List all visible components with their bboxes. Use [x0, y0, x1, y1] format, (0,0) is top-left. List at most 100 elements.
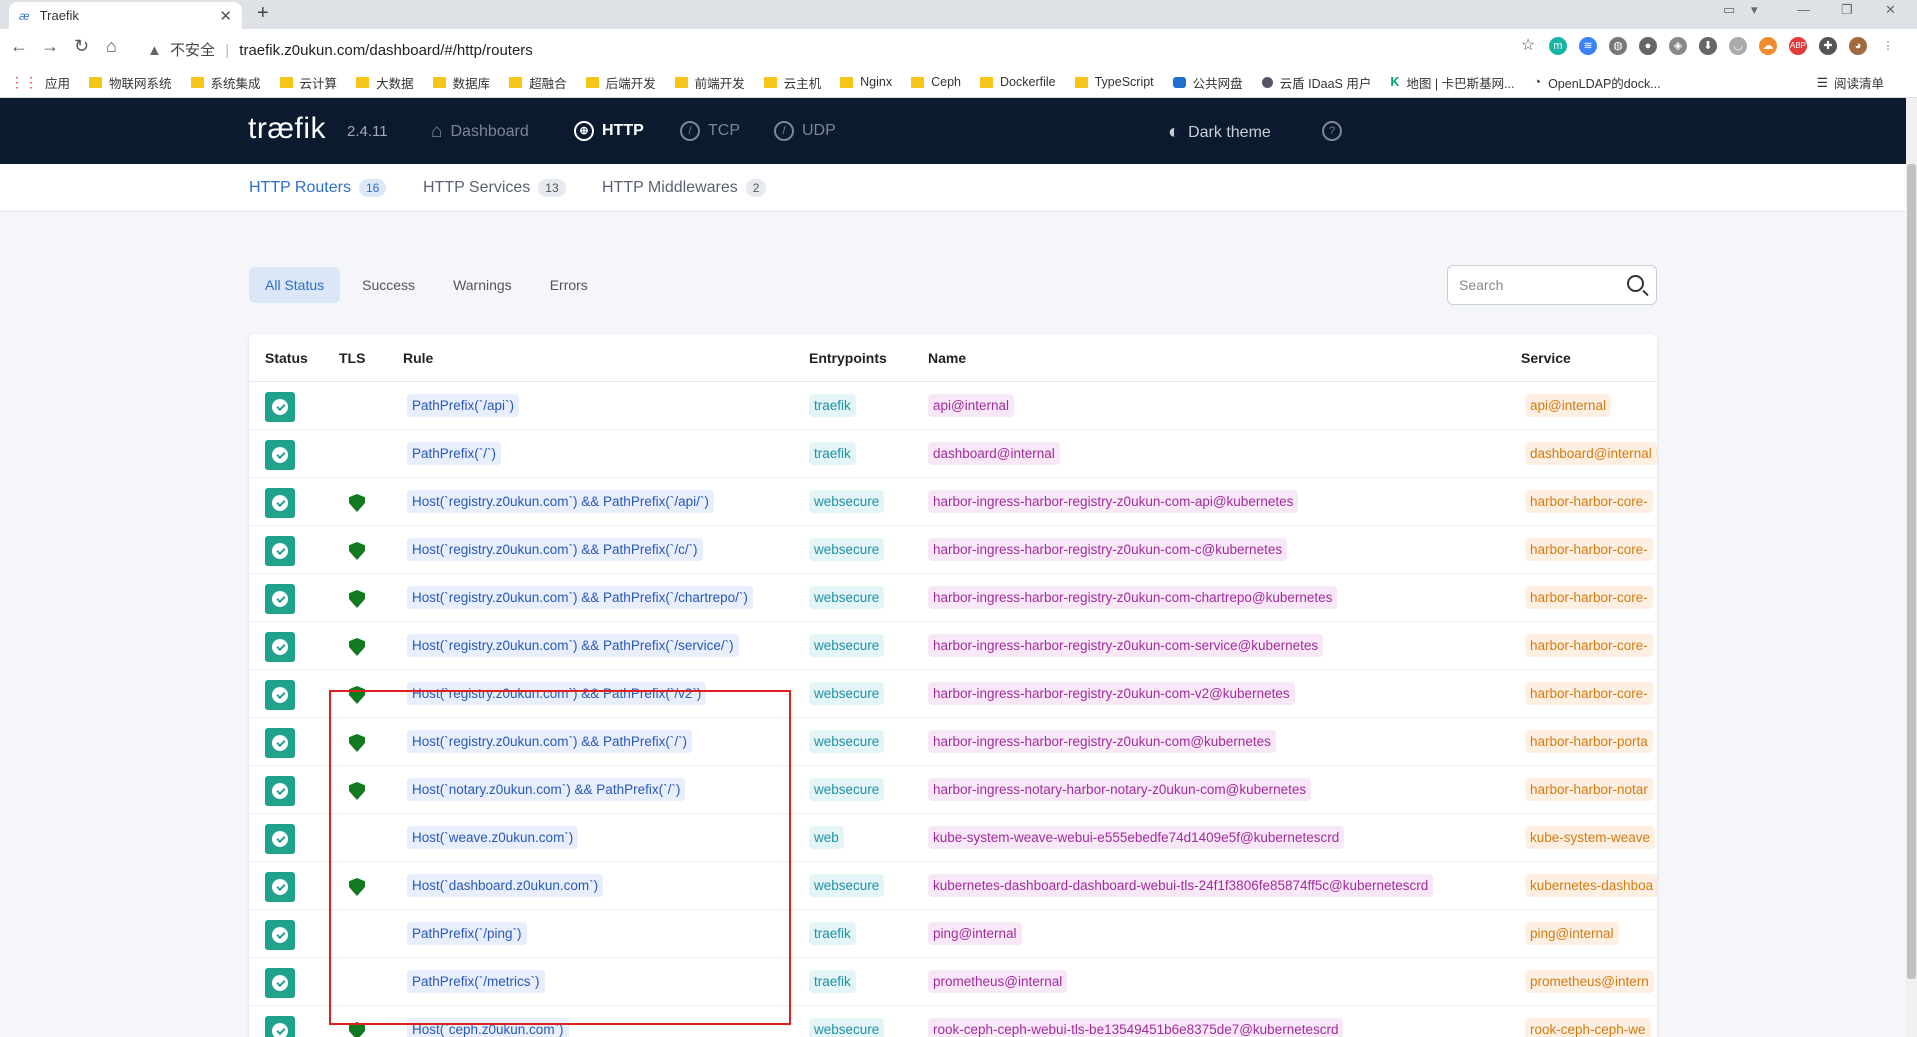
cloud-extension-icon[interactable]: ☁	[1759, 37, 1777, 55]
reload-icon[interactable]: ↻	[74, 36, 89, 57]
avatar[interactable]: ◕	[1849, 37, 1867, 55]
table-row[interactable]: PathPrefix(`/ping`) traefik ping@internal p…	[249, 910, 1657, 958]
nav-http[interactable]: ⊕ HTTP	[574, 121, 644, 141]
close-tab-icon[interactable]: ✕	[219, 7, 232, 25]
forward-icon[interactable]: →	[41, 36, 59, 57]
extension-icon[interactable]: ≋	[1579, 37, 1597, 55]
entrypoint-chip: websecure	[809, 538, 885, 561]
traefik-logo[interactable]: træfik	[248, 112, 326, 146]
bookmark-link[interactable]: 公共网盘	[1172, 73, 1243, 92]
routers-table: Status TLS Rule Entrypoints Name Service…	[249, 334, 1657, 1037]
dark-theme-toggle[interactable]: ◐ Dark theme	[1168, 121, 1271, 144]
bookmark-folder[interactable]: 大数据	[356, 73, 414, 92]
col-status[interactable]: Status	[265, 350, 308, 366]
router-name-chip: rook-ceph-ceph-webui-tls-be13549451b6e83…	[928, 1018, 1344, 1037]
badge-extension-icon[interactable]: ◡	[1729, 37, 1747, 55]
browser-tab[interactable]: æ Traefik ✕	[9, 2, 242, 29]
help-button[interactable]: ?	[1322, 121, 1342, 141]
entrypoint-chip: websecure	[809, 586, 885, 609]
bookmark-folder[interactable]: 超融合	[509, 73, 567, 92]
tab-http-services[interactable]: HTTP Services 13	[423, 179, 566, 197]
table-row[interactable]: Host(`ceph.z0ukun.com`) websecure rook-cep…	[249, 1006, 1657, 1037]
col-entrypoints[interactable]: Entrypoints	[809, 350, 887, 366]
col-service[interactable]: Service	[1521, 350, 1571, 366]
entrypoint-chip: web	[809, 826, 844, 849]
bookmark-link[interactable]: K 地图 | 卡巴斯基网...	[1390, 73, 1514, 92]
bookmark-folder[interactable]: Dockerfile	[980, 75, 1056, 89]
main-content: All Status Success Warnings Errors Statu…	[0, 212, 1906, 1037]
download-extension-icon[interactable]: ⬇	[1699, 37, 1717, 55]
bookmark-folder[interactable]: TypeScript	[1074, 75, 1154, 89]
bookmark-folder[interactable]: 云计算	[279, 73, 337, 92]
m-extension-icon[interactable]: m	[1549, 37, 1567, 55]
filter-success[interactable]: Success	[346, 267, 431, 303]
nav-udp[interactable]: / UDP	[774, 121, 836, 141]
service-chip: ping@internal	[1525, 922, 1619, 945]
bookmark-folder[interactable]: 后端开发	[585, 73, 656, 92]
rule-chip: PathPrefix(`/`)	[407, 442, 502, 465]
folder-icon	[89, 76, 103, 88]
table-row[interactable]: PathPrefix(`/`) traefik dashboard@internal…	[249, 430, 1657, 478]
bookmark-folder[interactable]: 前端开发	[674, 73, 745, 92]
filter-warnings[interactable]: Warnings	[437, 267, 528, 303]
scrollbar-thumb[interactable]	[1907, 164, 1916, 979]
new-tab-icon[interactable]: +	[257, 2, 269, 25]
table-row[interactable]: Host(`registry.z0ukun.com`) && PathPrefi…	[249, 574, 1657, 622]
pin-extension-icon[interactable]: ●	[1639, 37, 1657, 55]
back-icon[interactable]: ←	[10, 36, 28, 57]
table-row[interactable]: Host(`notary.z0ukun.com`) && PathPrefix(…	[249, 766, 1657, 814]
bookmark-folder[interactable]: 数据库	[432, 73, 490, 92]
search-input[interactable]	[1459, 277, 1619, 293]
filter-errors[interactable]: Errors	[534, 267, 604, 303]
col-rule[interactable]: Rule	[403, 350, 433, 366]
profile-menu-icon[interactable]: ▾	[1751, 2, 1758, 18]
col-name[interactable]: Name	[928, 350, 966, 366]
reading-list[interactable]: ☰ 阅读清单	[1817, 73, 1884, 92]
tab-http-routers[interactable]: HTTP Routers 16	[249, 179, 387, 197]
col-tls[interactable]: TLS	[339, 350, 365, 366]
page-scrollbar[interactable]	[1906, 98, 1917, 1037]
shield-extension-icon[interactable]: ◈	[1669, 37, 1687, 55]
bookmark-star-icon[interactable]: ☆	[1519, 37, 1537, 55]
filter-all-status[interactable]: All Status	[249, 267, 341, 303]
bookmark-link[interactable]: 云盾 IDaaS 用户	[1261, 73, 1371, 92]
browser-menu-icon[interactable]: ⋮	[1879, 37, 1897, 55]
table-row[interactable]: Host(`weave.z0ukun.com`) web kube-system-w…	[249, 814, 1657, 862]
entrypoint-chip: websecure	[809, 1018, 885, 1037]
bookmark-link[interactable]: ◔ OpenLDAP的dock...	[1534, 73, 1661, 92]
adblock-icon[interactable]: ABP	[1789, 37, 1807, 55]
count-badge: 2	[745, 179, 767, 197]
globe-extension-icon[interactable]: ◍	[1609, 37, 1627, 55]
table-row[interactable]: Host(`registry.z0ukun.com`) && PathPrefi…	[249, 670, 1657, 718]
tab-http-middlewares[interactable]: HTTP Middlewares 2	[602, 179, 767, 197]
search-icon[interactable]	[1627, 275, 1644, 292]
home-icon[interactable]: ⌂	[106, 36, 117, 57]
table-row[interactable]: Host(`registry.z0ukun.com`) && PathPrefi…	[249, 478, 1657, 526]
minimize-icon[interactable]: —	[1797, 2, 1810, 17]
bookmark-folder[interactable]: 系统集成	[190, 73, 261, 92]
nav-tcp[interactable]: / TCP	[680, 121, 740, 141]
bookmark-folder[interactable]: Ceph	[911, 75, 961, 89]
table-row[interactable]: PathPrefix(`/metrics`) traefik prometheus@…	[249, 958, 1657, 1006]
bookmark-folder[interactable]: 物联网系统	[89, 73, 172, 92]
rule-chip: Host(`registry.z0ukun.com`) && PathPrefi…	[407, 682, 707, 705]
router-name-chip: harbor-ingress-harbor-registry-z0ukun-co…	[928, 730, 1276, 753]
puzzle-extensions-icon[interactable]: ✚	[1819, 37, 1837, 55]
table-row[interactable]: Host(`registry.z0ukun.com`) && PathPrefi…	[249, 622, 1657, 670]
table-row[interactable]: Host(`dashboard.z0ukun.com`) websecure kub…	[249, 862, 1657, 910]
url-field[interactable]: ▲ 不安全 | traefik.z0ukun.com/dashboard/#/h…	[147, 39, 533, 60]
github-icon: ◔	[1533, 75, 1542, 89]
close-window-icon[interactable]: ✕	[1885, 2, 1896, 18]
table-row[interactable]: PathPrefix(`/api`) traefik api@internal api…	[249, 382, 1657, 430]
count-badge: 13	[538, 179, 566, 197]
bookmark-folder[interactable]: 云主机	[763, 73, 821, 92]
bookmark-apps[interactable]: ⋮⋮ 应用	[10, 73, 70, 92]
table-row[interactable]: Host(`registry.z0ukun.com`) && PathPrefi…	[249, 526, 1657, 574]
success-status-icon	[265, 440, 295, 470]
router-name-chip: prometheus@internal	[928, 970, 1068, 993]
table-row[interactable]: Host(`registry.z0ukun.com`) && PathPrefi…	[249, 718, 1657, 766]
restore-icon[interactable]: ❐	[1841, 2, 1853, 18]
cast-icon[interactable]: ▭	[1723, 2, 1735, 18]
bookmark-folder[interactable]: Nginx	[840, 75, 892, 89]
nav-dashboard[interactable]: ⌂ Dashboard	[431, 121, 529, 143]
